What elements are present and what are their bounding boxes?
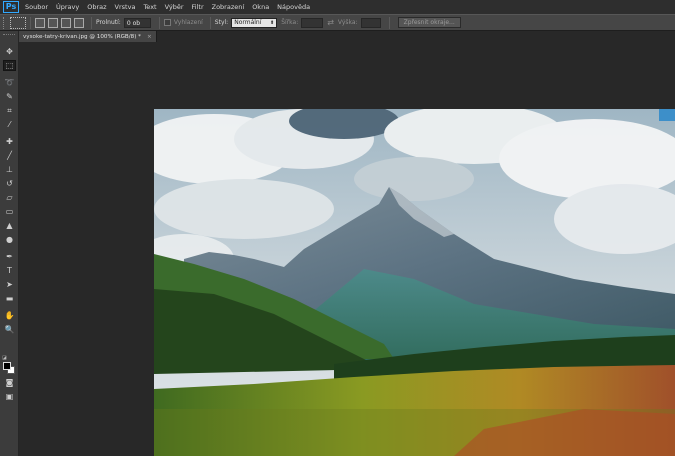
height-input[interactable] [360,17,381,28]
divider [158,16,160,29]
refine-edge-button[interactable]: Zpřesnit okraje... [397,17,461,28]
menu-item[interactable]: Vrstva [115,3,136,11]
height-label: Výška: [337,19,358,26]
history-brush-tool-icon[interactable]: ↺ [3,178,16,189]
feather-label: Prolnutí: [96,19,121,26]
divider [388,16,390,29]
add-selection-icon[interactable] [48,17,58,28]
new-selection-icon[interactable] [35,17,45,28]
menu-item[interactable]: Filtr [192,3,204,11]
style-select-value: Normální [234,19,262,26]
quick-select-tool-icon[interactable]: ✎ [3,91,16,102]
document-tab-title: vysoke-tatry-krivan.jpg @ 100% (RGB/8) * [23,33,141,40]
move-tool-icon[interactable]: ✥ [3,46,16,57]
menu-items: Soubor Úpravy Obraz Vrstva Text Výběr Filtr Zob… [25,3,318,11]
clone-stamp-tool-icon[interactable]: ⊥ [3,164,16,175]
options-bar: Prolnutí: 0 ob Vyhlazení Styl: Normální … [0,14,675,31]
brush-tool-icon[interactable]: ╱ [3,150,16,161]
document-image[interactable] [154,109,675,456]
width-input[interactable] [301,17,324,28]
pen-tool-icon[interactable]: ✒ [3,251,16,262]
path-select-tool-icon[interactable]: ➤ [3,279,16,290]
default-colors-icon[interactable]: ◪ [2,355,7,361]
divider [91,16,92,29]
canvas-area[interactable] [19,42,675,456]
blur-tool-icon[interactable]: ▲ [3,220,16,231]
document-tab[interactable]: vysoke-tatry-krivan.jpg @ 100% (RGB/8) *… [19,31,157,42]
width-label: Šířka: [281,19,299,26]
menu-item[interactable]: Výběr [165,3,184,11]
dodge-tool-icon[interactable]: ● [3,234,16,245]
feather-input[interactable]: 0 ob [123,17,151,28]
quick-mask-icon[interactable]: ◙ [3,377,16,388]
divider [30,16,31,29]
antialias-label: Vyhlazení [173,19,203,26]
menu-item[interactable]: Okna [252,3,269,11]
divider [209,16,211,29]
eyedropper-tool-icon[interactable]: ⁄ [3,119,16,130]
swap-dimensions-icon[interactable]: ⇄ [327,18,334,27]
antialias-checkbox[interactable] [163,19,171,26]
chevron-down-icon: ⬍ [270,19,275,26]
shape-tool-icon[interactable]: ▬ [3,293,16,304]
tools-panel: ✥ ⬚ ➰ ✎ ⌗ ⁄ ✚ ╱ ⊥ ↺ ▱ ▭ ▲ ● ✒ T ➤ ▬ ✋ 🔍 ◪ ◙ ▣ [0,31,19,456]
style-select[interactable]: Normální ⬍ [231,17,278,28]
menu-item[interactable]: Nápověda [277,3,310,11]
menu-item[interactable]: Text [143,3,156,11]
marquee-tool-icon[interactable]: ⬚ [3,60,16,71]
eraser-tool-icon[interactable]: ▱ [3,192,16,203]
style-label: Styl: [214,19,229,26]
menu-item[interactable]: Obraz [87,3,106,11]
menu-bar: Ps Soubor Úpravy Obraz Vrstva Text Výběr Filtr… [0,0,675,14]
crop-tool-icon[interactable]: ⌗ [3,105,16,116]
lasso-tool-icon[interactable]: ➰ [3,77,16,88]
tool-preset-picker[interactable] [10,16,26,29]
options-grip[interactable] [3,16,7,29]
screen-mode-icon[interactable]: ▣ [3,391,16,402]
menu-item[interactable]: Soubor [25,3,48,11]
mountain-photo [154,109,675,456]
zoom-tool-icon[interactable]: 🔍 [3,324,16,335]
gradient-tool-icon[interactable]: ▭ [3,206,16,217]
hand-tool-icon[interactable]: ✋ [3,310,16,321]
close-icon[interactable]: × [147,34,152,40]
menu-item[interactable]: Úpravy [56,3,79,11]
healing-brush-tool-icon[interactable]: ✚ [3,136,16,147]
document-tab-bar: vysoke-tatry-krivan.jpg @ 100% (RGB/8) *… [19,31,675,42]
intersect-selection-icon[interactable] [74,17,84,28]
foreground-color-swatch[interactable] [3,362,11,370]
photoshop-logo-icon: Ps [3,1,19,13]
type-tool-icon[interactable]: T [3,265,16,276]
menu-item[interactable]: Zobrazení [212,3,245,11]
subtract-selection-icon[interactable] [61,17,71,28]
tools-grip[interactable] [3,34,15,39]
